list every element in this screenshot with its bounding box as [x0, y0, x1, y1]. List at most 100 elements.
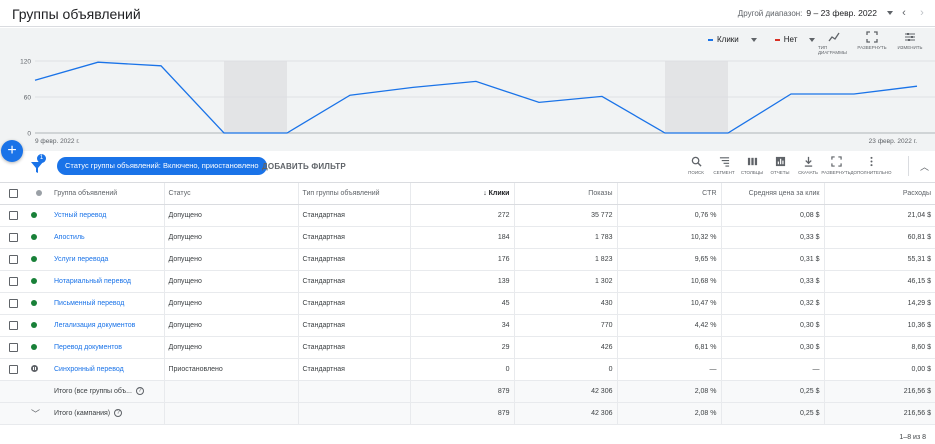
row-name-cell: Услуги перевода [50, 248, 165, 271]
expand-label: РАЗВЕРНУТЬ [821, 170, 851, 175]
row-clicks: 139 [410, 270, 515, 293]
total-campaign-label: Итого (кампания) [54, 409, 111, 417]
col-status-header[interactable]: Статус [164, 183, 299, 205]
row-status-cell [27, 270, 50, 293]
reports-button[interactable]: ОТЧЕТЫ [766, 156, 794, 175]
row-impressions: 1 783 [514, 226, 618, 249]
ad-group-link[interactable]: Апостиль [54, 234, 85, 241]
row-impressions: 35 772 [514, 204, 618, 227]
enabled-status-icon[interactable] [31, 255, 37, 262]
row-checkbox[interactable] [9, 364, 18, 374]
col-name-header[interactable]: Группа объявлений [50, 183, 165, 205]
row-checkbox[interactable] [9, 276, 18, 286]
metric1-picker[interactable]: Клики [708, 35, 757, 44]
enabled-status-icon[interactable] [31, 233, 37, 240]
row-status-text: Приостановлено [164, 358, 299, 381]
enabled-status-icon[interactable] [31, 277, 37, 284]
page-header: Группы объявлений Другой диапазон: 9 – 2… [0, 0, 935, 27]
total-campaign-row: ﹀ Итого (кампания)? 879 42 306 2,08 % 0,… [0, 402, 935, 425]
row-checkbox[interactable] [9, 342, 18, 352]
ad-group-link[interactable]: Синхронный перевод [54, 366, 124, 373]
date-range-value[interactable]: 9 – 23 февр. 2022 [806, 8, 877, 18]
help-icon[interactable]: ? [114, 409, 123, 417]
col-ctr-header[interactable]: CTR [617, 183, 722, 205]
row-name-cell: Легализация документов [50, 314, 165, 337]
row-type: Стандартная [298, 358, 411, 381]
ad-group-link[interactable]: Нотариальный перевод [54, 278, 131, 285]
row-cost: 10,36 $ [824, 314, 935, 337]
metric2-swatch [774, 38, 780, 41]
row-checkbox-cell [0, 226, 27, 249]
row-cost: 0,00 $ [824, 358, 935, 381]
col-cpc-header[interactable]: Средняя цена за клик [721, 183, 825, 205]
metric2-picker[interactable]: Нет [774, 35, 816, 44]
empty-cell [0, 380, 27, 403]
search-button[interactable]: ПОИСК [682, 156, 710, 175]
status-dot-header [27, 183, 50, 205]
empty-cell [0, 402, 27, 425]
enabled-status-icon[interactable] [31, 211, 37, 218]
total-all-label-cell: Итого (все группы объ...? [50, 380, 165, 403]
chart-type-button[interactable]: ТИП ДИАГРАММЫ [818, 31, 850, 55]
row-status-text: Допущено [164, 336, 299, 359]
row-ctr: 6,81 % [617, 336, 722, 359]
row-cpc: 0,33 $ [721, 226, 825, 249]
ad-group-link[interactable]: Устный перевод [54, 212, 106, 219]
ad-group-link[interactable]: Письменный перевод [54, 300, 124, 307]
status-filter-chip[interactable]: Статус группы объявлений: Включено, прио… [57, 157, 267, 175]
row-name-cell: Апостиль [50, 226, 165, 249]
expand-button[interactable]: РАЗВЕРНУТЬ [821, 156, 851, 175]
add-button[interactable]: + [1, 140, 23, 162]
row-checkbox-cell [0, 204, 27, 227]
ad-group-link[interactable]: Услуги перевода [54, 256, 108, 263]
col-clicks-header[interactable]: ↓ Клики [410, 183, 515, 205]
metric2-label: Нет [783, 35, 798, 44]
add-filter-button[interactable]: ДОБАВИТЬ ФИЛЬТР [262, 162, 346, 171]
columns-icon [747, 157, 757, 166]
row-checkbox[interactable] [9, 298, 18, 308]
chart-edit-label: ИЗМЕНИТЬ [897, 45, 923, 50]
enabled-status-icon[interactable] [31, 321, 37, 328]
enabled-status-icon[interactable] [31, 299, 37, 306]
more-vert-icon [869, 156, 873, 167]
chevron-up-icon[interactable]: ︿ [920, 160, 929, 173]
expand-cell: ﹀ [27, 402, 50, 425]
row-clicks: 34 [410, 314, 515, 337]
total-ctr: 2,08 % [617, 380, 722, 403]
chevron-right-icon[interactable]: › [915, 7, 929, 19]
paused-status-icon[interactable] [31, 365, 38, 373]
row-checkbox[interactable] [9, 254, 18, 264]
download-button[interactable]: СКАЧАТЬ [794, 156, 822, 175]
row-type: Стандартная [298, 226, 411, 249]
status-dot-icon [35, 189, 42, 196]
dropdown-arrow-icon[interactable] [887, 11, 893, 15]
ad-group-link[interactable]: Легализация документов [54, 322, 135, 329]
select-all-checkbox[interactable] [9, 188, 18, 198]
chart-edit-button[interactable]: ИЗМЕНИТЬ [894, 31, 926, 55]
more-button[interactable]: ДОПОЛНИТЕЛЬНО [850, 156, 892, 175]
row-name-cell: Перевод документов [50, 336, 165, 359]
col-cost-header[interactable]: Расходы [824, 183, 935, 205]
col-type-header[interactable]: Тип группы объявлений [298, 183, 411, 205]
more-label: ДОПОЛНИТЕЛЬНО [850, 170, 892, 175]
columns-button[interactable]: СТОЛБЦЫ [738, 156, 766, 175]
row-status-text: Допущено [164, 292, 299, 315]
row-ctr: 0,76 % [617, 204, 722, 227]
row-checkbox[interactable] [9, 232, 18, 242]
segment-button[interactable]: СЕГМЕНТ [710, 156, 738, 175]
chart-expand-button[interactable]: РАЗВЕРНУТЬ [856, 31, 888, 55]
row-cost: 46,15 $ [824, 270, 935, 293]
metric-pickers: Клики Нет [708, 35, 816, 44]
row-checkbox[interactable] [9, 320, 18, 330]
chevron-down-icon[interactable]: ﹀ [31, 409, 40, 419]
help-icon[interactable]: ? [135, 387, 144, 395]
date-range-picker[interactable]: Другой диапазон: 9 – 23 февр. 2022 ‹ › [738, 7, 929, 19]
row-status-cell [27, 226, 50, 249]
x-end-label: 23 февр. 2022 г. [869, 138, 918, 145]
enabled-status-icon[interactable] [31, 343, 37, 350]
row-checkbox[interactable] [9, 210, 18, 220]
col-impressions-header[interactable]: Показы [514, 183, 618, 205]
ad-group-link[interactable]: Перевод документов [54, 344, 122, 351]
chevron-left-icon[interactable]: ‹ [897, 7, 911, 19]
date-range-label: Другой диапазон: [737, 8, 803, 18]
